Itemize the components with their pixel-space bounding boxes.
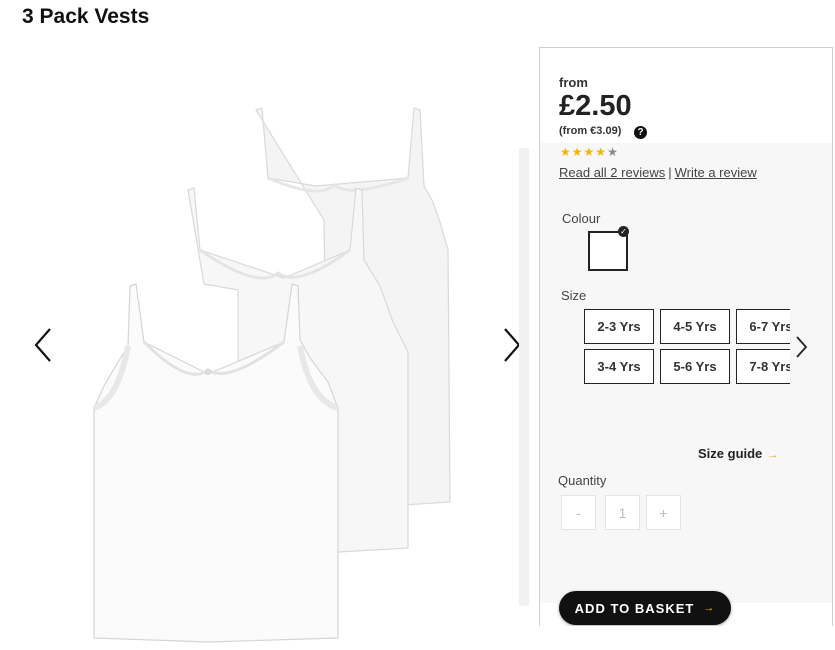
quantity-label: Quantity — [558, 473, 607, 488]
product-gallery — [0, 40, 540, 643]
arrow-right-icon: → — [767, 449, 779, 461]
chevron-left-icon[interactable] — [30, 325, 60, 365]
zoom-image-strip — [519, 148, 529, 606]
size-option-4-5[interactable]: 4-5 Yrs — [660, 309, 730, 344]
read-reviews-link[interactable]: Read all 2 reviews — [559, 165, 665, 180]
add-to-basket-button[interactable]: ADD TO BASKET → — [559, 591, 731, 625]
price: £2.50 — [559, 90, 632, 122]
size-option-2-3[interactable]: 2-3 Yrs — [584, 309, 654, 344]
size-option-3-4[interactable]: 3-4 Yrs — [584, 349, 654, 384]
size-options: 2-3 Yrs 4-5 Yrs 6-7 Yrs 3-4 Yrs 5-6 Yrs … — [584, 309, 790, 389]
product-image — [92, 107, 451, 643]
quantity-input[interactable]: 1 — [605, 495, 640, 530]
star-rating: ★★★★★ — [560, 145, 619, 159]
add-to-basket-label: ADD TO BASKET — [574, 600, 695, 616]
star-icon: ★ — [560, 145, 572, 159]
reviews-links: Read all 2 reviews | Write a review — [559, 165, 757, 180]
size-guide-label: Size guide — [698, 446, 763, 461]
reviews-separator: | — [668, 165, 672, 180]
help-icon[interactable]: ? — [634, 126, 647, 139]
page-title: 3 Pack Vests — [22, 5, 150, 28]
quantity-increase-button[interactable]: + — [646, 495, 681, 530]
size-label: Size — [561, 288, 587, 303]
colour-label: Colour — [562, 211, 601, 226]
alt-currency-price: (from €3.09) — [559, 125, 622, 137]
colour-swatch-white[interactable] — [588, 231, 628, 271]
size-guide-link[interactable]: Size guide → — [698, 446, 778, 461]
quantity-decrease-button[interactable]: - — [561, 495, 596, 530]
size-option-5-6[interactable]: 5-6 Yrs — [660, 349, 730, 384]
price-from-label: from — [559, 75, 588, 90]
star-icon: ★ — [571, 145, 584, 159]
product-details-panel: from £2.50 (from €3.09) ? ★★★★★ Read all… — [539, 47, 833, 626]
check-icon: ✓ — [618, 226, 629, 237]
star-empty-icon: ★ — [607, 145, 619, 159]
write-review-link[interactable]: Write a review — [675, 165, 757, 180]
arrow-right-icon: → — [703, 602, 716, 614]
size-option-6-7[interactable]: 6-7 Yrs — [736, 309, 790, 344]
chevron-right-icon[interactable] — [792, 332, 810, 362]
star-icon: ★ — [595, 145, 608, 159]
star-icon: ★ — [583, 145, 596, 159]
size-option-7-8[interactable]: 7-8 Yrs — [736, 349, 790, 384]
